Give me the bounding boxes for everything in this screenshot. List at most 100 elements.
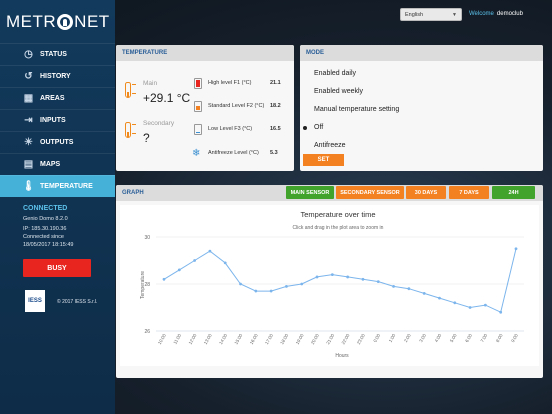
x-tick-label: 21:00: [325, 333, 335, 346]
x-tick-label: 11:00: [172, 333, 182, 345]
mode-option-off[interactable]: Off: [303, 124, 323, 131]
sidebar-item-history[interactable]: ↺ HISTORY: [0, 65, 115, 87]
x-tick-label: 4:00: [434, 333, 443, 344]
busy-button[interactable]: BUSY: [23, 259, 91, 277]
main-sensor-button[interactable]: MAIN SENSOR: [286, 186, 334, 199]
data-point[interactable]: [193, 259, 197, 262]
mode-option-enabled-weekly[interactable]: Enabled weekly: [303, 88, 363, 95]
dashboard-icon: ◷: [24, 49, 33, 60]
iess-logo: IESS: [25, 290, 45, 312]
data-point[interactable]: [223, 261, 227, 265]
mode-option-antifreeze[interactable]: Antifreeze: [303, 142, 346, 149]
secondary-thermometer-icon: [123, 121, 136, 143]
data-point[interactable]: [392, 284, 395, 288]
clock-icon: ↺: [24, 71, 33, 82]
sidebar-item-outputs[interactable]: ☀ OUTPUTS: [0, 131, 115, 153]
sidebar-item-temperature[interactable]: 🌡 TEMPERATURE: [0, 175, 115, 197]
data-point[interactable]: [422, 292, 426, 295]
copyright: © 2017 IESS S.r.l.: [57, 299, 98, 305]
data-point[interactable]: [208, 249, 212, 253]
sidebar-menu: ◷ STATUS ↺ HISTORY ▦ AREAS ⇥ INPUTS ☀ OUTPUTS ▤ MAP…: [0, 43, 115, 197]
chart-svg[interactable]: Temperature over time Click and drag in …: [120, 205, 539, 366]
x-tick-label: 5:00: [449, 333, 458, 344]
secondary-sensor-label: Secondary: [143, 120, 175, 127]
radio-indicator[interactable]: [303, 144, 307, 148]
sidebar-item-status[interactable]: ◷ STATUS: [0, 43, 115, 65]
mode-option-enabled-daily[interactable]: Enabled daily: [303, 70, 356, 77]
set-button[interactable]: SET: [303, 154, 344, 166]
data-point[interactable]: [346, 275, 350, 279]
data-point[interactable]: [514, 247, 518, 251]
data-point[interactable]: [376, 280, 380, 284]
input-icon: ⇥: [24, 115, 33, 126]
x-tick-label: 12:00: [188, 333, 198, 346]
x-tick-label: 19:00: [295, 333, 305, 346]
data-point[interactable]: [468, 306, 472, 309]
grid-icon: ▦: [23, 93, 34, 104]
radio-indicator[interactable]: [303, 72, 307, 76]
main-sensor-label: Main: [143, 80, 158, 87]
data-point[interactable]: [361, 277, 365, 281]
y-axis-label: Temperature: [140, 271, 146, 299]
mode-option-label: Enabled daily: [314, 70, 357, 77]
x-tick-label: 7:00: [480, 333, 489, 344]
metronet-logo: METR NET: [6, 12, 110, 31]
x-tick-label: 10:00: [157, 333, 167, 346]
secondary-sensor-button[interactable]: SECONDARY SENSOR: [336, 186, 404, 199]
data-point[interactable]: [254, 289, 258, 293]
data-point[interactable]: [177, 268, 181, 272]
standard-level-value: 18.2: [270, 103, 281, 109]
sidebar-item-label: TEMPERATURE: [40, 183, 93, 190]
temperature-chart[interactable]: Temperature over time Click and drag in …: [120, 205, 539, 366]
mode-option-label: Off: [314, 124, 324, 131]
data-point[interactable]: [330, 273, 334, 276]
standard-level-icon: [194, 101, 202, 112]
low-level-label: Low Level F3 (°C): [208, 126, 253, 132]
mode-option-manual-temperature-setting[interactable]: Manual temperature setting: [303, 106, 399, 113]
data-point[interactable]: [438, 296, 441, 300]
standard-level-label: Standard Level F2 (°C): [208, 103, 265, 109]
x-tick-label: 14:00: [218, 333, 228, 346]
30-days-button[interactable]: 30 DAYS: [406, 186, 446, 199]
mode-panel-header: MODE: [300, 45, 543, 61]
x-axis-label: Hours: [335, 353, 349, 359]
x-tick-label: 2:00: [403, 333, 412, 344]
7-days-button[interactable]: 7 DAYS: [449, 186, 489, 199]
sidebar-item-label: STATUS: [40, 51, 67, 58]
antifreeze-level-label: Antifreeze Level (°C): [208, 150, 259, 156]
data-point[interactable]: [315, 275, 319, 279]
sidebar-item-maps[interactable]: ▤ MAPS: [0, 153, 115, 175]
data-point[interactable]: [499, 310, 503, 314]
series-line: [163, 248, 517, 313]
connected-since-value: 18/05/2017 18:15:49: [23, 242, 74, 248]
temperature-panel: TEMPERATURE: [116, 45, 294, 171]
data-point[interactable]: [453, 301, 457, 305]
x-tick-label: 9:00: [510, 333, 519, 344]
high-level-label: High level F1 (°C): [208, 80, 252, 86]
24h-button[interactable]: 24H: [492, 186, 535, 199]
connection-status: CONNECTED Genio Domo 8.2.0 IP: 185.30.19…: [23, 205, 113, 249]
x-tick-label: 17:00: [264, 333, 274, 346]
data-point[interactable]: [407, 287, 411, 291]
thermometer-icon: 🌡: [22, 181, 35, 192]
data-point[interactable]: [239, 282, 242, 286]
high-level-icon: [194, 78, 202, 89]
x-tick-label: 18:00: [279, 333, 289, 346]
language-select[interactable]: English ▼: [400, 8, 462, 21]
radio-indicator[interactable]: [303, 90, 307, 94]
sidebar-item-label: MAPS: [40, 161, 61, 168]
mode-option-label: Enabled weekly: [314, 88, 364, 95]
sidebar-item-areas[interactable]: ▦ AREAS: [0, 87, 115, 109]
data-point[interactable]: [269, 289, 273, 293]
radio-indicator[interactable]: [303, 125, 307, 130]
radio-indicator[interactable]: [303, 108, 307, 112]
data-point[interactable]: [300, 282, 304, 286]
data-point[interactable]: [483, 303, 487, 307]
data-point[interactable]: [162, 277, 166, 281]
y-tick-label: 26: [144, 329, 150, 335]
x-tick-label: 15:00: [233, 333, 243, 346]
x-tick-label: 13:00: [203, 333, 213, 346]
sidebar-item-label: AREAS: [40, 95, 65, 102]
sidebar-item-inputs[interactable]: ⇥ INPUTS: [0, 109, 115, 131]
data-point[interactable]: [285, 284, 288, 288]
